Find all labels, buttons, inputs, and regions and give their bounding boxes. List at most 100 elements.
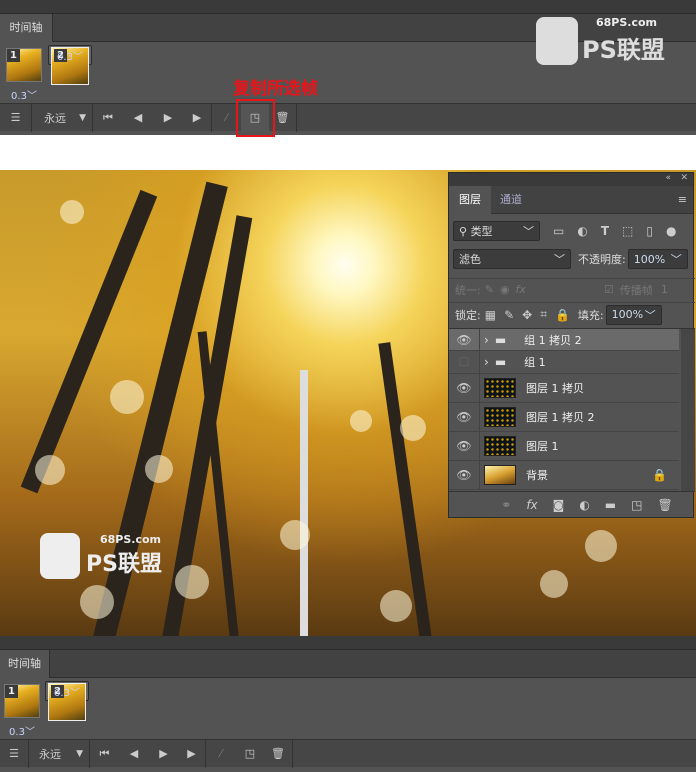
annotation-highlight <box>236 99 275 137</box>
frame-number: 1 <box>7 49 20 62</box>
panel-menu-icon[interactable]: ≡ <box>678 186 687 214</box>
watermark-logo <box>40 533 80 579</box>
visibility-eye-icon[interactable]: 👁 <box>449 328 480 351</box>
frame-2[interactable]: 2 0.3﹀ <box>45 681 89 721</box>
frame-2[interactable]: 2 0.3﹀ <box>48 45 92 85</box>
delete-layer-icon[interactable]: 🗑 <box>657 498 672 512</box>
opacity-input[interactable]: 100% ﹀ <box>627 249 688 269</box>
lock-position-icon[interactable]: ✥ <box>522 308 532 322</box>
first-frame-icon[interactable]: ⏮ <box>93 104 123 132</box>
visibility-checkbox-empty[interactable]: ☐ <box>449 350 480 374</box>
layer-row[interactable]: ☐ › ▬ 组 1 <box>449 350 679 374</box>
visibility-eye-icon[interactable]: 👁 <box>449 402 480 432</box>
lock-artboard-icon[interactable]: ⌗ <box>540 307 547 322</box>
frame-delay[interactable]: 0.3﹀ <box>46 684 88 699</box>
layer-name: 图层 1 拷贝 2 <box>526 411 595 424</box>
visibility-eye-icon[interactable]: 👁 <box>449 431 480 461</box>
propagate-frame-number: 1 <box>660 283 668 296</box>
unify-label: 统一: <box>455 283 481 297</box>
layer-name: 图层 1 <box>526 440 559 453</box>
frame-number: 1 <box>5 685 18 698</box>
folder-icon: ▬ <box>494 332 507 347</box>
type-filter-icon[interactable]: T <box>601 224 609 238</box>
layer-row[interactable]: 👁 图层 1 拷贝 <box>449 373 679 403</box>
layers-panel: « ✕ 图层 通道 ≡ ⚲ 类型 ﹀ ▭ ◐ T ⬚ ▯ ● 滤色 ﹀ 不透明度: 1… <box>448 172 695 518</box>
watermark-brand: PS联盟 <box>86 552 162 577</box>
pixel-filter-icon[interactable]: ▭ <box>553 224 564 238</box>
tab-channels[interactable]: 通道 <box>491 186 531 214</box>
prev-frame-icon[interactable]: ◀ <box>119 740 149 768</box>
convert-timeline-icon[interactable]: ☰ <box>0 739 29 768</box>
lock-transparent-icon[interactable]: ▦ <box>485 308 496 322</box>
next-frame-icon[interactable]: ▶ <box>183 103 212 132</box>
visibility-eye-icon[interactable]: 👁 <box>449 460 480 490</box>
layers-scrollbar[interactable] <box>681 329 695 491</box>
layer-thumbnail <box>484 378 516 398</box>
unify-position-icon[interactable]: ✎ <box>485 283 494 296</box>
new-group-icon[interactable]: ▬ <box>605 498 616 512</box>
lock-paint-icon[interactable]: ✎ <box>504 308 514 322</box>
filter-toggle[interactable]: ● <box>666 224 676 238</box>
layer-mask-icon[interactable]: ◙ <box>553 498 565 512</box>
close-icon[interactable]: ✕ <box>680 173 688 183</box>
adjustment-filter-icon[interactable]: ◐ <box>577 224 587 238</box>
layer-row[interactable]: 👁 图层 1 拷贝 2 <box>449 402 679 432</box>
shape-filter-icon[interactable]: ⬚ <box>622 224 633 238</box>
play-icon[interactable]: ▶ <box>153 104 183 132</box>
frame-delay[interactable]: 0.3﹀ <box>49 48 91 63</box>
layer-name: 组 1 <box>524 356 546 369</box>
expand-chevron-icon[interactable]: › <box>484 355 489 369</box>
filter-kind-select[interactable]: ⚲ 类型 ﹀ <box>453 221 540 241</box>
fill-label: 填充: <box>577 308 604 322</box>
new-layer-icon[interactable]: ◳ <box>631 498 642 512</box>
loop-select[interactable]: 永远 ▼ <box>29 739 90 768</box>
layer-name: 图层 1 拷贝 <box>526 382 584 395</box>
expand-chevron-icon[interactable]: › <box>484 333 489 347</box>
lock-icon: 🔒 <box>652 468 667 482</box>
opacity-label: 不透明度: <box>578 253 626 266</box>
blend-mode-select[interactable]: 滤色 ﹀ <box>453 249 571 269</box>
layer-row[interactable]: 👁 图层 1 <box>449 431 679 461</box>
unify-visibility-icon[interactable]: ◉ <box>500 283 510 296</box>
collapse-icon[interactable]: « <box>665 173 671 183</box>
layer-thumbnail <box>484 407 516 427</box>
tab-timeline[interactable]: 时间轴 <box>0 14 53 42</box>
watermark-site: 68PS.com <box>596 16 658 29</box>
unify-style-icon[interactable]: fx <box>516 283 526 296</box>
folder-icon: ▬ <box>494 355 507 369</box>
play-icon[interactable]: ▶ <box>149 740 178 768</box>
smart-object-filter-icon[interactable]: ▯ <box>646 224 653 238</box>
fill-input[interactable]: 100% ﹀ <box>605 304 662 325</box>
layer-name: 组 1 拷贝 2 <box>524 333 582 347</box>
frame-1[interactable]: 1 0.3﹀ <box>3 45 45 103</box>
frame-delay[interactable]: 0.3﹀ <box>3 87 45 102</box>
tab-timeline[interactable]: 时间轴 <box>0 650 50 678</box>
tween-icon[interactable]: ⁄ <box>206 740 236 768</box>
layer-row[interactable]: 👁 › ▬ 组 1 拷贝 2 <box>449 328 679 351</box>
tab-layers[interactable]: 图层 <box>449 186 491 214</box>
layer-name: 背景 <box>526 469 548 482</box>
lock-all-icon[interactable]: 🔒 <box>555 308 570 322</box>
first-frame-icon[interactable]: ⏮ <box>90 740 119 768</box>
frame-delay[interactable]: 0.3﹀ <box>1 723 43 738</box>
prev-frame-icon[interactable]: ◀ <box>123 104 153 132</box>
propagate-label: 传播帧 <box>619 283 653 297</box>
duplicate-frame-icon[interactable]: ◳ <box>236 740 264 768</box>
loop-select[interactable]: 永远 ▼ <box>32 103 93 132</box>
propagate-checkbox[interactable]: ☑ <box>604 283 614 296</box>
fx-icon[interactable]: fx <box>526 498 537 512</box>
timeline-panel-top: 时间轴 1 0.3﹀ 2 0.3﹀ ☰ 永远 ▼ ⏮ ◀ ▶ ▶ ⁄ ◳ 🗑 <box>0 0 696 135</box>
layers-list: 👁 › ▬ 组 1 拷贝 2 ☐ › ▬ 组 1 👁 图层 1 拷贝 👁 图层 1 拷贝 2 👁… <box>449 328 695 491</box>
next-frame-icon[interactable]: ▶ <box>178 739 206 768</box>
delete-frame-icon[interactable]: 🗑 <box>264 739 293 768</box>
convert-timeline-icon[interactable]: ☰ <box>0 103 32 132</box>
visibility-eye-icon[interactable]: 👁 <box>449 373 480 403</box>
layer-row[interactable]: 👁 背景 🔒 <box>449 460 679 490</box>
timeline-panel-bottom: 时间轴 1 0.3﹀ 2 0.3﹀ ☰ 永远 ▼ ⏮ ◀ ▶ ▶ ⁄ ◳ 🗑 <box>0 636 696 772</box>
annotation-label: 复制所选帧 <box>233 79 318 99</box>
link-layers-icon[interactable]: ⚭ <box>501 498 511 512</box>
adjustment-layer-icon[interactable]: ◐ <box>579 498 589 512</box>
lock-label: 锁定: <box>455 308 481 322</box>
frame-1[interactable]: 1 0.3﹀ <box>1 681 43 739</box>
watermark-brand: PS联盟 <box>582 36 665 64</box>
